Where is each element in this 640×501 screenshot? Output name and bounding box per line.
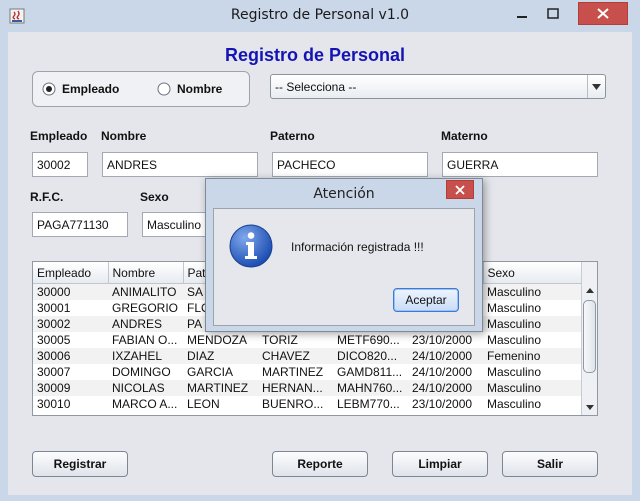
- main-window: Registro de Personal v1.0 Registro de Pe…: [0, 0, 640, 501]
- scroll-down-icon: [585, 404, 594, 410]
- empleado-field[interactable]: 30002: [32, 152, 88, 177]
- form-heading: Registro de Personal: [224, 45, 406, 65]
- maximize-icon: [547, 8, 559, 19]
- table-cell: 24/10/2000: [408, 348, 483, 364]
- scroll-up-button[interactable]: [582, 283, 597, 297]
- label-sexo: Sexo: [140, 190, 169, 204]
- chevron-down-icon: [592, 83, 601, 90]
- table-cell: MAHN760...: [333, 380, 408, 396]
- table-cell: DICO820...: [333, 348, 408, 364]
- table-cell: Masculino: [483, 364, 581, 380]
- employee-select[interactable]: -- Selecciona --: [270, 74, 606, 99]
- title-bar[interactable]: Registro de Personal v1.0: [0, 0, 640, 32]
- table-cell: MARTINEZ: [258, 364, 333, 380]
- label-nombre: Nombre: [101, 129, 147, 143]
- table-cell: 30002: [33, 316, 108, 332]
- table-cell: GARCIA: [183, 364, 258, 380]
- column-header[interactable]: Empleado: [33, 262, 109, 284]
- paterno-field[interactable]: PACHECO: [272, 152, 428, 177]
- table-cell: 23/10/2000: [408, 332, 483, 348]
- radio-empleado-label: Empleado: [62, 82, 120, 96]
- table-cell: 30001: [33, 300, 108, 316]
- table-cell: 30009: [33, 380, 108, 396]
- rfc-field[interactable]: PAGA771130: [32, 212, 128, 237]
- table-cell: GAMD811...: [333, 364, 408, 380]
- close-icon: [455, 184, 465, 195]
- scroll-up-icon: [585, 287, 594, 293]
- table-cell: 24/10/2000: [408, 380, 483, 396]
- info-icon: [229, 224, 273, 268]
- table-row[interactable]: 30007 DOMINGO GARCIA MARTINEZ GAMD811... 24/1…: [33, 364, 581, 380]
- label-materno: Materno: [441, 129, 488, 143]
- table-row[interactable]: 30009 NICOLAS MARTINEZ HERNAN... MAHN760... 2…: [33, 380, 581, 396]
- table-cell: DOMINGO: [108, 364, 183, 380]
- table-cell: 30006: [33, 348, 108, 364]
- label-rfc: R.F.C.: [30, 190, 64, 204]
- table-cell: FABIAN O...: [108, 332, 183, 348]
- radio-nombre[interactable]: Nombre: [157, 82, 222, 96]
- table-row[interactable]: 30006 IXZAHEL DIAZ CHAVEZ DICO820... 24/10/20…: [33, 348, 581, 364]
- table-cell: 30007: [33, 364, 108, 380]
- table-cell: DIAZ: [183, 348, 258, 364]
- table-cell: ANDRES: [108, 316, 183, 332]
- table-cell: LEBM770...: [333, 396, 408, 412]
- scroll-thumb[interactable]: [583, 300, 596, 373]
- scroll-down-button[interactable]: [582, 400, 597, 414]
- salir-button[interactable]: Salir: [502, 451, 598, 477]
- table-cell: IXZAHEL: [108, 348, 183, 364]
- table-row[interactable]: 30005 FABIAN O... MENDOZA TORIZ METF690... 23…: [33, 332, 581, 348]
- registrar-button[interactable]: Registrar: [32, 451, 128, 477]
- table-cell: 30010: [33, 396, 108, 412]
- table-cell: BUENRO...: [258, 396, 333, 412]
- table-cell: Masculino: [483, 300, 581, 316]
- column-header[interactable]: Sexo: [483, 262, 582, 284]
- table-cell: MARTINEZ: [183, 380, 258, 396]
- limpiar-button[interactable]: Limpiar: [392, 451, 488, 477]
- dialog-title: Atención: [313, 186, 375, 202]
- dialog-message: Información registrada !!!: [291, 240, 424, 254]
- table-scrollbar[interactable]: [581, 262, 597, 415]
- table-cell: 24/10/2000: [408, 364, 483, 380]
- table-cell: Masculino: [483, 380, 581, 396]
- table-cell: 30000: [33, 283, 108, 300]
- table-cell: Masculino: [483, 396, 581, 412]
- table-cell: NICOLAS: [108, 380, 183, 396]
- reporte-button[interactable]: Reporte: [272, 451, 368, 477]
- table-cell: Masculino: [483, 283, 581, 300]
- radio-unselected-icon: [157, 82, 171, 96]
- column-header[interactable]: Nombre: [108, 262, 184, 284]
- table-cell: TORIZ: [258, 332, 333, 348]
- table-cell: CHAVEZ: [258, 348, 333, 364]
- table-cell: HERNAN...: [258, 380, 333, 396]
- label-paterno: Paterno: [270, 129, 315, 143]
- close-icon: [597, 8, 609, 19]
- table-cell: LEON: [183, 396, 258, 412]
- radio-empleado[interactable]: Empleado: [42, 82, 119, 96]
- nombre-field[interactable]: ANDRES: [102, 152, 258, 177]
- employee-select-value: -- Selecciona --: [275, 79, 357, 94]
- table-cell: 23/10/2000: [408, 396, 483, 412]
- label-empleado: Empleado: [30, 129, 88, 143]
- minimize-button[interactable]: [512, 6, 532, 22]
- table-cell: Masculino: [483, 316, 581, 332]
- materno-field[interactable]: GUERRA: [442, 152, 598, 177]
- minimize-icon: [517, 16, 527, 18]
- table-cell: Masculino: [483, 332, 581, 348]
- table-row[interactable]: 30010 MARCO A... LEON BUENRO... LEBM770... 23…: [33, 396, 581, 412]
- aceptar-button[interactable]: Aceptar: [393, 288, 459, 312]
- table-cell: ANIMALITO: [108, 283, 183, 300]
- radio-selected-icon: [42, 82, 56, 96]
- table-cell: 30005: [33, 332, 108, 348]
- table-cell: MENDOZA: [183, 332, 258, 348]
- maximize-button[interactable]: [543, 6, 563, 22]
- info-dialog: Atención Información registrada !!! Acep…: [205, 178, 483, 332]
- table-cell: Femenino: [483, 348, 581, 364]
- dropdown-button[interactable]: [587, 75, 605, 98]
- dialog-close-button[interactable]: [446, 180, 474, 199]
- close-button[interactable]: [578, 2, 628, 25]
- table-cell: METF690...: [333, 332, 408, 348]
- table-cell: GREGORIO: [108, 300, 183, 316]
- radio-nombre-label: Nombre: [177, 82, 223, 96]
- table-cell: MARCO A...: [108, 396, 183, 412]
